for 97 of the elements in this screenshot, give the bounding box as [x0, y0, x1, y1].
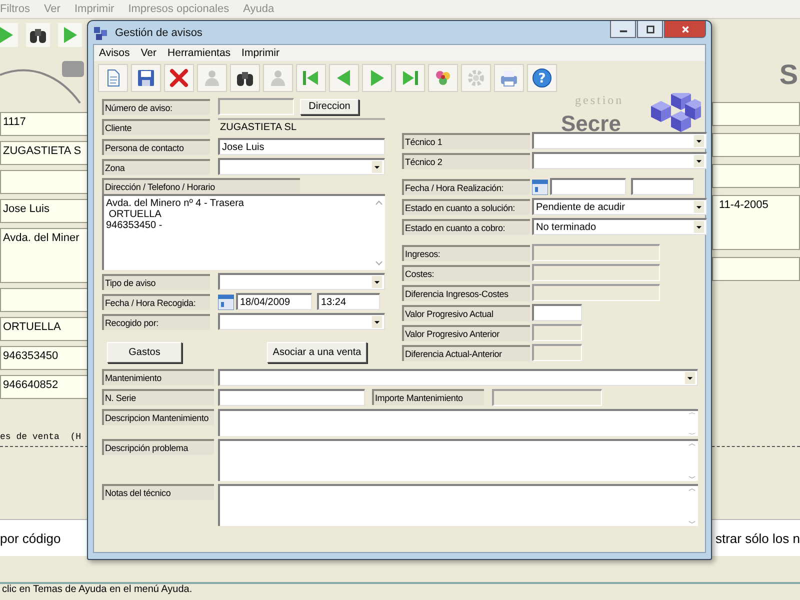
field-label: Diferencia Ingresos-Costes: [402, 284, 530, 300]
toolbar-button[interactable]: [26, 23, 50, 47]
field-label: Estado en cuanto a cobro:: [402, 218, 530, 234]
text-field[interactable]: [712, 257, 800, 281]
field-label: Dirección / Telefono / Horario: [102, 178, 300, 194]
field-label: Ingresos:: [402, 244, 530, 260]
dropdown[interactable]: No terminado: [532, 218, 707, 235]
field-label: Persona de contacto: [102, 138, 210, 154]
field-label: Valor Progresivo Actual: [402, 304, 530, 320]
readonly-field: [532, 324, 582, 341]
app-icon: [93, 24, 109, 40]
skip-forward-icon: [400, 68, 420, 88]
form-button[interactable]: Gastos: [107, 342, 182, 363]
field-label: Mantenimiento: [102, 369, 214, 385]
date-field[interactable]: [550, 178, 626, 195]
gear-icon: [466, 68, 486, 88]
field-label: Costes:: [402, 264, 530, 280]
text-field[interactable]: [0, 170, 88, 194]
address-button[interactable]: Direccion: [300, 98, 359, 114]
person-icon: [202, 68, 222, 88]
search-label: por código: [0, 530, 61, 546]
field-label: Cliente: [102, 118, 210, 134]
dropdown[interactable]: [532, 152, 707, 169]
maximize-icon: [646, 24, 654, 34]
field-label: Recogido por:: [102, 314, 210, 330]
scrollbar[interactable]: [686, 411, 698, 436]
text-area[interactable]: [218, 484, 698, 526]
form-button[interactable]: Asociar a una venta: [267, 342, 367, 363]
menu-item[interactable]: Ver: [140, 47, 157, 59]
person-icon: [268, 68, 288, 88]
maximize-button[interactable]: [637, 21, 663, 38]
field-label: Técnico 2: [402, 152, 530, 168]
field-label: Estado en cuanto a solución:: [402, 198, 530, 214]
flower-icon: [433, 68, 453, 88]
field-label: Descripcion Mantenimiento: [102, 409, 214, 425]
help-icon: ?: [532, 68, 552, 88]
field-label: Tipo de aviso: [102, 274, 210, 290]
field-label: Diferencia Actual-Anterior: [402, 344, 530, 360]
minimize-button[interactable]: [610, 21, 636, 38]
menu-item[interactable]: Imprimir: [242, 47, 280, 59]
dropdown[interactable]: Pendiente de acudir: [532, 198, 707, 215]
field-label: Técnico 1: [402, 132, 530, 148]
toolbar-button[interactable]: [131, 64, 161, 92]
text-field[interactable]: ORTUELLA: [0, 317, 88, 341]
text-field[interactable]: Jose Luis: [0, 199, 88, 223]
dropdown[interactable]: [218, 313, 385, 330]
time-field[interactable]: [631, 178, 694, 195]
close-button[interactable]: [664, 21, 706, 38]
text-field[interactable]: [712, 102, 800, 126]
field-label: Zona: [102, 158, 210, 174]
calendar-icon[interactable]: [532, 178, 548, 194]
text-field[interactable]: Avda. del Miner: [0, 228, 88, 283]
input-field[interactable]: [218, 389, 365, 406]
dropdown[interactable]: [218, 369, 698, 386]
date-field[interactable]: 18/04/2009: [236, 293, 312, 310]
input-field[interactable]: Jose Luis: [218, 138, 385, 155]
text-field[interactable]: [712, 133, 800, 157]
filter-label: strar sólo los n: [715, 530, 800, 546]
scrollbar[interactable]: [686, 441, 698, 481]
text-field[interactable]: 946640852: [0, 375, 88, 399]
brand-name: Secre: [561, 111, 621, 137]
text-field[interactable]: [0, 288, 88, 312]
delete-icon: [169, 68, 189, 88]
text-field[interactable]: ZUGASTIETA S: [0, 141, 88, 165]
input-field[interactable]: [532, 304, 582, 321]
close-icon: [680, 24, 690, 34]
text-field[interactable]: 1117: [0, 112, 88, 136]
toolbar-button[interactable]: [230, 64, 260, 92]
dropdown[interactable]: [218, 158, 385, 175]
window-title: Gestión de avisos: [115, 26, 202, 38]
text-field[interactable]: 11-4-2005: [712, 195, 800, 250]
readonly-field: [532, 344, 582, 361]
field-label: Importe Mantenimiento: [372, 389, 484, 405]
field-label: Valor Progresivo Anterior: [402, 324, 530, 340]
field-label: Notas del técnico: [102, 484, 214, 500]
field-label: Fecha / Hora Recogida:: [102, 294, 210, 310]
logo-letter: S: [779, 58, 799, 92]
text-field[interactable]: 946353450: [0, 346, 88, 370]
text-area[interactable]: [218, 409, 698, 436]
field-label: Número de aviso:: [102, 98, 210, 114]
calendar-icon[interactable]: [218, 294, 234, 310]
text-area[interactable]: Avda. del Minero nº 4 - Trasera ORTUELLA 946353450 -: [102, 194, 385, 270]
text-field[interactable]: [712, 164, 800, 188]
printer-icon: [499, 68, 519, 88]
dropdown[interactable]: [532, 132, 707, 149]
menu-item[interactable]: Avisos: [99, 47, 130, 59]
text-area[interactable]: [218, 439, 698, 481]
list-header: es de venta (H: [0, 432, 82, 442]
scrollbar[interactable]: [686, 486, 698, 526]
dropdown[interactable]: [218, 273, 385, 290]
field-label: Fecha / Hora Realización:: [402, 178, 530, 194]
skip-back-icon: [301, 68, 321, 88]
toolbar-button[interactable]: ?: [527, 64, 557, 92]
menu-item[interactable]: Herramientas: [168, 47, 231, 59]
field-label: N. Serie: [102, 389, 214, 405]
time-field[interactable]: 13:24: [317, 293, 380, 310]
field-label: Descripción problema: [102, 439, 214, 455]
